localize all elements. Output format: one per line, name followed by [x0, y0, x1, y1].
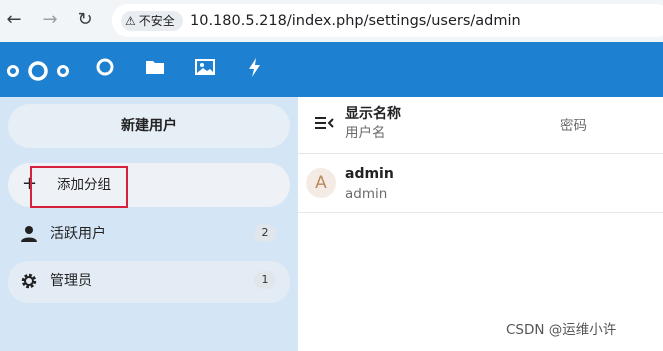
column-username: 用户名	[345, 125, 386, 141]
sidebar-item-active-users[interactable]: 活跃用户 2	[8, 214, 290, 254]
avatar: A	[306, 168, 336, 198]
app-header	[0, 42, 663, 97]
sidebar-item-label: 活跃用户	[50, 226, 106, 242]
settings-sidebar: 新建用户 + 添加分组 活跃用户 2 管理员 1	[0, 97, 298, 351]
column-display-name: 显示名称	[345, 106, 401, 122]
nextcloud-logo[interactable]	[6, 60, 70, 82]
back-icon[interactable]: ←	[4, 10, 24, 30]
activity-icon[interactable]	[244, 56, 266, 78]
warning-icon: ⚠	[125, 14, 136, 28]
new-user-button[interactable]: 新建用户	[8, 104, 290, 148]
watermark: CSDN @运维小许	[506, 322, 617, 338]
reload-icon[interactable]: ↻	[75, 10, 95, 30]
photos-icon[interactable]	[194, 56, 216, 78]
user-icon	[20, 225, 38, 243]
count-badge: 2	[254, 224, 276, 242]
count-badge: 1	[254, 271, 276, 289]
table-row[interactable]: A admin admin	[298, 154, 663, 213]
files-icon[interactable]	[144, 56, 166, 78]
table-header: 显示名称 用户名 密码	[298, 97, 663, 154]
row-username: admin	[345, 186, 388, 202]
highlight-box	[30, 166, 128, 208]
users-table: 显示名称 用户名 密码 A admin admin	[298, 97, 663, 351]
security-chip[interactable]: ⚠ 不安全	[121, 11, 183, 31]
gear-icon	[20, 272, 38, 290]
row-display-name: admin	[345, 166, 394, 182]
sidebar-item-admin[interactable]: 管理员 1	[8, 261, 290, 303]
forward-icon[interactable]: →	[40, 10, 60, 30]
browser-toolbar: ← → ↻ ⚠ 不安全 10.180.5.218/index.php/settin…	[0, 0, 663, 42]
column-password: 密码	[560, 118, 587, 134]
sidebar-item-label: 管理员	[50, 273, 92, 289]
url-text[interactable]: 10.180.5.218/index.php/settings/users/ad…	[190, 11, 521, 31]
sidebar-toggle-icon[interactable]	[314, 114, 334, 132]
dashboard-icon[interactable]	[94, 56, 116, 78]
